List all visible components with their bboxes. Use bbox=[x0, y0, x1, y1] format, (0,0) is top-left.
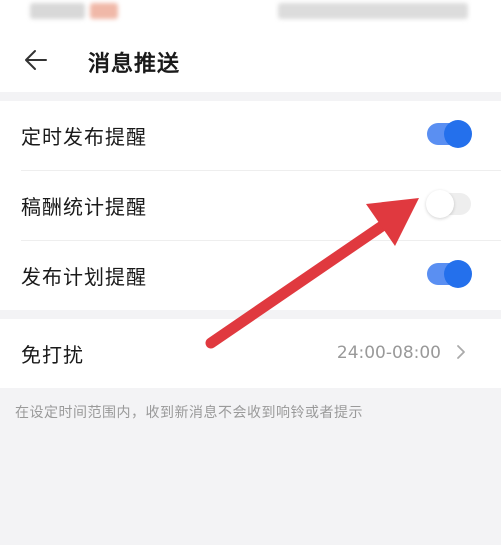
setting-label: 定时发布提醒 bbox=[21, 125, 147, 149]
do-not-disturb-row[interactable]: 免打扰 24:00-08:00 bbox=[0, 319, 501, 388]
toggle-knob bbox=[444, 120, 472, 148]
status-icons-blurred bbox=[278, 3, 468, 19]
setting-row-scheduled-publish: 定时发布提醒 bbox=[0, 101, 501, 170]
status-icon-blurred bbox=[90, 3, 118, 19]
toggle-knob bbox=[426, 190, 454, 218]
publish-plan-toggle[interactable] bbox=[427, 260, 472, 288]
dnd-time-range: 24:00-08:00 bbox=[336, 343, 441, 363]
royalty-stats-toggle[interactable] bbox=[426, 190, 471, 218]
toggle-knob bbox=[444, 260, 472, 288]
chevron-right-icon bbox=[457, 345, 465, 359]
dnd-label: 免打扰 bbox=[21, 343, 84, 367]
back-arrow-icon[interactable] bbox=[22, 46, 50, 74]
dnd-description: 在设定时间范围内，收到新消息不会收到响铃或者提示 bbox=[15, 405, 363, 421]
setting-row-royalty-stats: 稿酬统计提醒 bbox=[0, 171, 501, 240]
page-title: 消息推送 bbox=[88, 52, 181, 77]
setting-row-publish-plan: 发布计划提醒 bbox=[0, 241, 501, 310]
scheduled-publish-toggle[interactable] bbox=[427, 120, 472, 148]
status-bar bbox=[0, 0, 501, 34]
setting-label: 发布计划提醒 bbox=[21, 265, 147, 289]
setting-label: 稿酬统计提醒 bbox=[21, 195, 147, 219]
top-bar: 消息推送 bbox=[0, 34, 501, 92]
status-time-blurred bbox=[30, 3, 85, 19]
notification-settings-card: 定时发布提醒 稿酬统计提醒 发布计划提醒 bbox=[0, 101, 501, 310]
